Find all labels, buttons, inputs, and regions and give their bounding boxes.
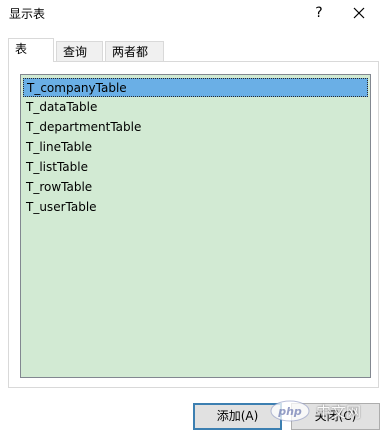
list-item[interactable]: T_userTable <box>23 198 368 217</box>
list-item[interactable]: T_rowTable <box>23 178 368 197</box>
dialog-title: 显示表 <box>9 7 46 21</box>
list-item[interactable]: T_listTable <box>23 158 368 177</box>
php-watermark: php 中文网 <box>270 398 380 424</box>
help-button[interactable]: ? <box>310 2 328 24</box>
list-item[interactable]: T_dataTable <box>23 98 368 117</box>
add-button[interactable]: 添加(A) <box>193 403 282 430</box>
watermark-text: 中文网 <box>316 403 362 421</box>
title-bar: 显示表 ? <box>0 0 387 28</box>
svg-text:php: php <box>277 405 302 418</box>
tab-queries[interactable]: 查询 <box>56 41 103 61</box>
table-listbox[interactable]: T_companyTable T_dataTable T_departmentT… <box>20 74 371 378</box>
list-item[interactable]: T_lineTable <box>23 138 368 157</box>
close-icon[interactable] <box>348 2 370 24</box>
tab-tables[interactable]: 表 <box>8 38 54 62</box>
list-item-selected[interactable]: T_companyTable <box>23 78 368 97</box>
tab-panel: T_companyTable T_dataTable T_departmentT… <box>8 61 379 388</box>
tab-both[interactable]: 两者都有 <box>105 41 164 79</box>
list-item[interactable]: T_departmentTable <box>23 118 368 137</box>
show-table-dialog: 显示表 ? 表 查询 两者都有 T_companyTable T_dataTab… <box>0 0 387 440</box>
